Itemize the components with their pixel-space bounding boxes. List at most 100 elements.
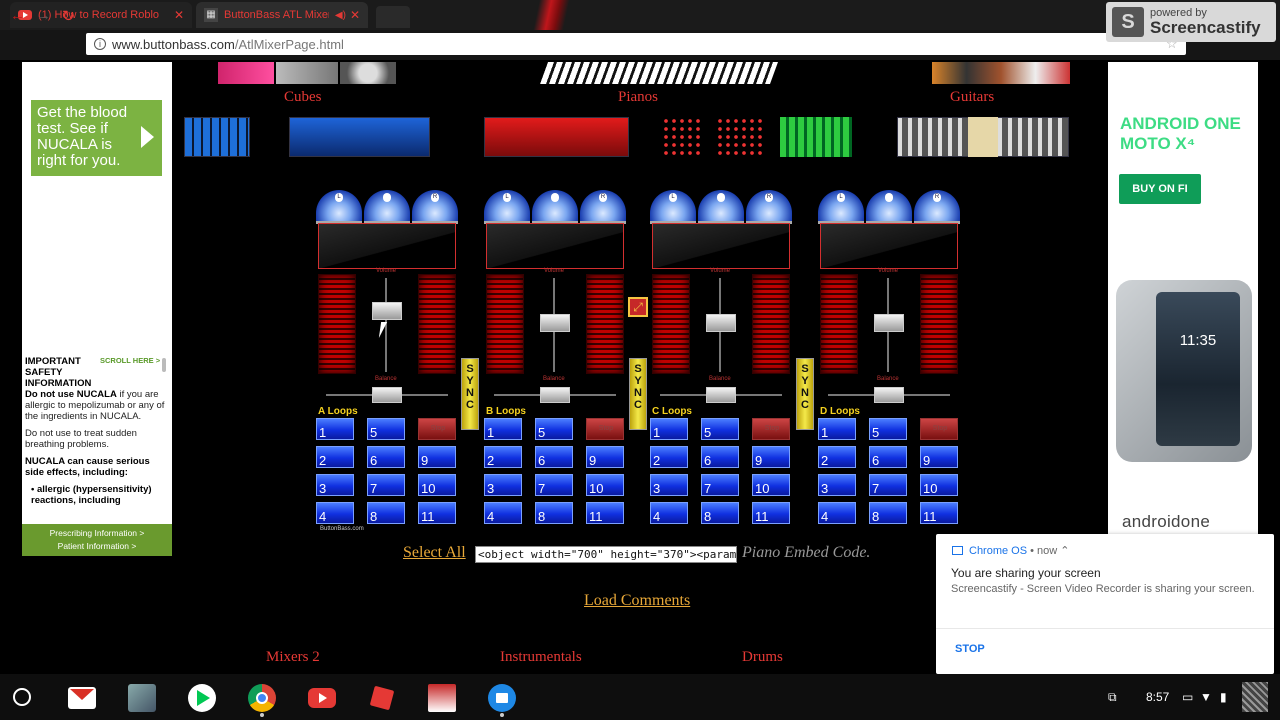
ad-scrollbar[interactable] [162, 358, 166, 372]
ad-headline[interactable]: Get the blood test. See if NUCALA is rig… [31, 100, 162, 176]
launcher-icon[interactable] [13, 688, 31, 706]
loop-pad[interactable]: 9 [586, 446, 624, 468]
embed-code-input[interactable]: <object width="700" height="370"><param … [475, 546, 737, 563]
knob[interactable] [866, 190, 912, 224]
loop-pad[interactable]: 10 [418, 474, 456, 496]
loop-pad[interactable]: 2 [818, 446, 856, 468]
gmail-icon[interactable] [68, 687, 96, 709]
files-icon[interactable] [488, 684, 516, 712]
loop-pad[interactable]: 1 [316, 418, 354, 440]
load-comments-link[interactable]: Load Comments [584, 592, 690, 610]
loop-pad[interactable]: 11 [920, 502, 958, 524]
loop-pad[interactable]: 2 [650, 446, 688, 468]
thumbnail-red-pads[interactable] [662, 117, 704, 157]
loop-pad[interactable]: 10 [920, 474, 958, 496]
buttonbass-icon[interactable] [428, 684, 456, 712]
address-bar[interactable]: i www.buttonbass.com/AtlMixerPage.html [86, 33, 1186, 55]
stop-pad[interactable]: Stop [586, 418, 624, 440]
speaker-icon[interactable]: ◀) [335, 10, 346, 21]
loop-pad[interactable]: 5 [701, 418, 739, 440]
loop-pad[interactable]: 1 [484, 418, 522, 440]
volume-slider[interactable] [874, 314, 904, 332]
volume-slider[interactable] [706, 314, 736, 332]
balance-slider[interactable] [540, 387, 570, 403]
pubg-icon[interactable] [128, 684, 156, 712]
balance-slider[interactable] [706, 387, 736, 403]
loop-pad[interactable]: 8 [869, 502, 907, 524]
loop-pad[interactable]: 5 [367, 418, 405, 440]
sync-button[interactable]: SYNC [796, 358, 814, 430]
loop-pad[interactable]: 4 [316, 502, 354, 524]
knob[interactable] [364, 190, 410, 224]
loop-pad[interactable]: 10 [752, 474, 790, 496]
play-store-icon[interactable] [188, 684, 216, 712]
loop-pad[interactable]: 8 [535, 502, 573, 524]
close-icon[interactable]: ✕ [174, 8, 184, 22]
piano-image[interactable] [539, 62, 779, 84]
knob[interactable]: R [412, 190, 458, 224]
knob[interactable]: L [484, 190, 530, 224]
fullscreen-icon[interactable]: ⤢ [628, 297, 648, 317]
loop-pad[interactable]: 9 [418, 446, 456, 468]
right-advertisement[interactable]: ANDROID ONE MOTO X⁴ BUY ON FI 11:35 andr… [1108, 62, 1258, 534]
thumbnail-green-pads[interactable] [780, 117, 852, 157]
knob[interactable]: L [818, 190, 864, 224]
loop-pad[interactable]: 3 [316, 474, 354, 496]
cube-image[interactable] [340, 62, 396, 84]
clock[interactable]: 8:57 [1146, 690, 1169, 704]
sync-button[interactable]: SYNC [461, 358, 479, 430]
chrome-icon[interactable] [248, 684, 276, 712]
category-mixers-2[interactable]: Mixers 2 [266, 649, 320, 666]
balance-slider[interactable] [874, 387, 904, 403]
knob[interactable]: R [580, 190, 626, 224]
category-drums[interactable]: Drums [742, 649, 783, 666]
cast-tray-icon[interactable]: ⧉ [1108, 690, 1117, 705]
loop-pad[interactable]: 8 [367, 502, 405, 524]
youtube-icon[interactable] [308, 688, 336, 708]
thumbnail-cube-pads[interactable] [184, 117, 250, 157]
thumbnail-red-pads[interactable] [716, 117, 762, 157]
category-pianos[interactable]: Pianos [618, 89, 658, 106]
loop-pad[interactable]: 4 [650, 502, 688, 524]
loop-pad[interactable]: 6 [701, 446, 739, 468]
knob[interactable]: L [650, 190, 696, 224]
close-icon[interactable]: ✕ [350, 8, 360, 22]
stop-pad[interactable]: Stop [752, 418, 790, 440]
category-instrumentals[interactable]: Instrumentals [500, 649, 582, 666]
loop-pad[interactable]: 1 [650, 418, 688, 440]
loop-pad[interactable]: 10 [586, 474, 624, 496]
loop-pad[interactable]: 2 [484, 446, 522, 468]
buy-on-fi-button[interactable]: BUY ON FI [1119, 174, 1201, 204]
loop-pad[interactable]: 7 [869, 474, 907, 496]
screen-share-notification[interactable]: Chrome OS • now ⌃ You are sharing your s… [936, 534, 1274, 674]
volume-slider[interactable] [372, 302, 402, 320]
cube-image[interactable] [218, 62, 274, 84]
category-guitars[interactable]: Guitars [950, 89, 994, 106]
loop-pad[interactable]: 7 [701, 474, 739, 496]
patient-info-link[interactable]: Patient Information > [22, 540, 172, 553]
loop-pad[interactable]: 5 [535, 418, 573, 440]
screen-cast-icon[interactable]: ▭ [1182, 690, 1193, 704]
battery-icon[interactable]: ▮ [1220, 690, 1227, 704]
loop-pad[interactable]: 3 [650, 474, 688, 496]
loop-pad[interactable]: 1 [818, 418, 856, 440]
volume-slider[interactable] [540, 314, 570, 332]
knob[interactable] [698, 190, 744, 224]
cube-image[interactable] [276, 62, 338, 84]
loop-pad[interactable]: 4 [818, 502, 856, 524]
left-advertisement[interactable]: Get the blood test. See if NUCALA is rig… [22, 62, 172, 556]
new-tab-button[interactable] [376, 6, 410, 28]
prescribing-info-link[interactable]: Prescribing Information > [22, 527, 172, 540]
avatar[interactable] [1242, 682, 1268, 712]
forward-icon[interactable]: → [36, 7, 51, 24]
loop-pad[interactable]: 11 [418, 502, 456, 524]
loop-pad[interactable]: 7 [367, 474, 405, 496]
loop-pad[interactable]: 3 [818, 474, 856, 496]
knob[interactable]: R [914, 190, 960, 224]
knob[interactable]: R [746, 190, 792, 224]
thumbnail-blue-mixer[interactable] [289, 117, 430, 157]
balance-slider[interactable] [372, 387, 402, 403]
loop-pad[interactable]: 9 [752, 446, 790, 468]
tab-buttonbass[interactable]: ▦ ButtonBass ATL Mixer ◀) ✕ [196, 2, 368, 28]
stop-pad[interactable]: Stop [920, 418, 958, 440]
